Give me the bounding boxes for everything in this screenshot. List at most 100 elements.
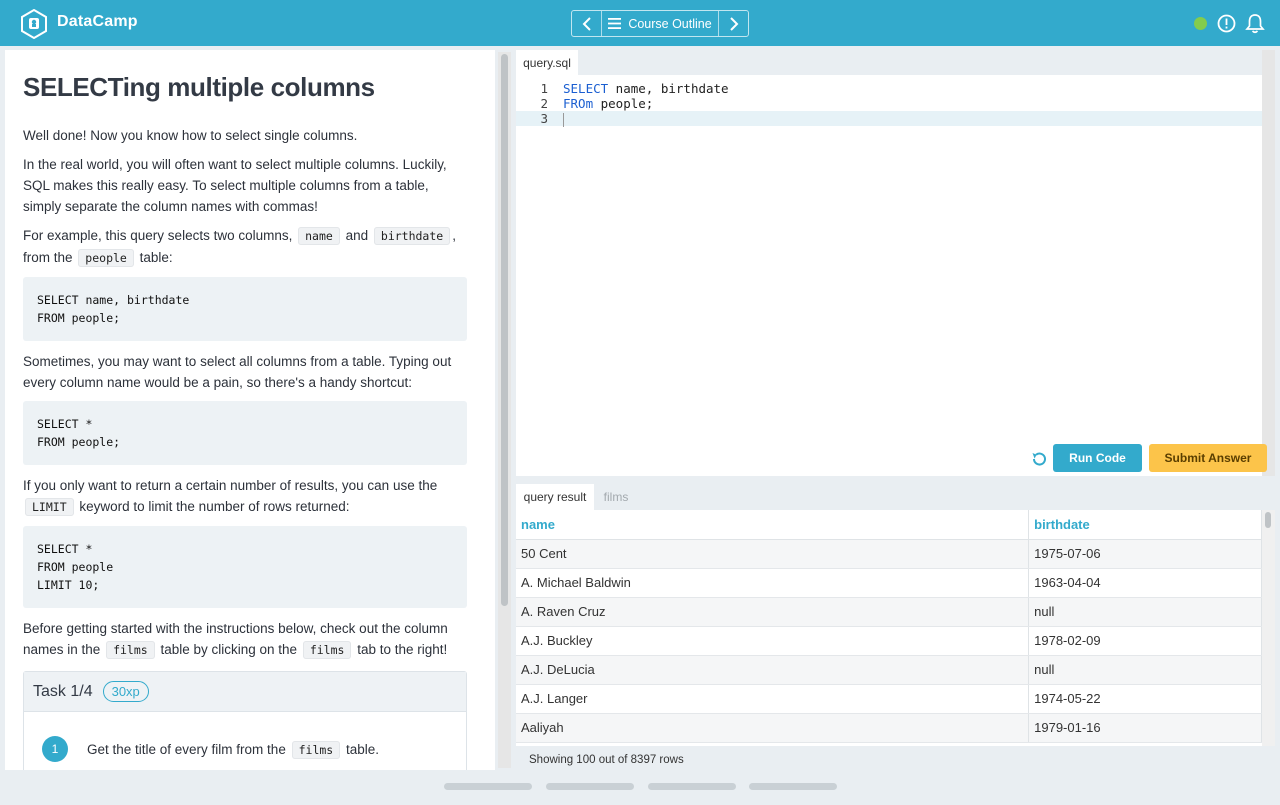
- code-rest: people;: [593, 96, 654, 111]
- paragraph-2: In the real world, you will often want t…: [23, 157, 447, 215]
- table-cell: A. Michael Baldwin: [516, 568, 1030, 598]
- exercise-scrollbar[interactable]: [498, 52, 511, 768]
- scrollbar-thumb[interactable]: [1265, 512, 1271, 528]
- submit-answer-button[interactable]: Submit Answer: [1149, 444, 1267, 472]
- chevron-right-icon: [729, 16, 738, 31]
- table-row: A. Raven Cruz null: [516, 597, 1262, 627]
- exercise-panel: SELECTing multiple columns Well done! No…: [5, 50, 495, 770]
- inline-code: films: [302, 641, 352, 660]
- code-text[interactable]: SELECT name, birthdate: [548, 81, 729, 96]
- table-row: Aaliyah 1979-01-16: [516, 713, 1262, 743]
- tab-films[interactable]: films: [601, 484, 631, 510]
- paragraph-4: Sometimes, you may want to select all co…: [23, 354, 452, 391]
- table-row: A. Michael Baldwin 1963-04-04: [516, 568, 1262, 598]
- run-code-button[interactable]: Run Code: [1053, 444, 1142, 472]
- inline-code: birthdate: [373, 227, 451, 246]
- table-cell: A. Raven Cruz: [516, 597, 1030, 627]
- panel-handle[interactable]: [648, 783, 736, 790]
- code-example-3: SELECT * FROM people LIMIT 10;: [23, 526, 467, 609]
- chevron-left-icon: [582, 16, 591, 31]
- column-header[interactable]: name: [516, 510, 1030, 540]
- row-count: Showing 100 out of 8397 rows: [529, 754, 684, 766]
- editor-tabs: query.sql: [516, 50, 1262, 75]
- result-tabs: query result films: [516, 484, 1262, 510]
- text: For example, this query selects two colu…: [23, 228, 293, 244]
- code-text[interactable]: [548, 111, 564, 127]
- alert-icon[interactable]: [1217, 14, 1236, 33]
- table-cell: null: [1028, 597, 1262, 627]
- table-row: A.J. DeLucia null: [516, 655, 1262, 685]
- line-number: 3: [540, 111, 548, 126]
- text: Get the title of every film from the: [87, 741, 286, 757]
- line-number: 1: [540, 81, 548, 96]
- course-outline-button[interactable]: Course Outline: [602, 11, 718, 36]
- results-scrollbar[interactable]: [1262, 510, 1275, 746]
- editor-scroll-strip: [1262, 50, 1275, 476]
- brand-name[interactable]: DataCamp: [57, 13, 138, 31]
- code-rest: name, birthdate: [608, 81, 729, 96]
- code-text[interactable]: FROm people;: [548, 96, 653, 111]
- table-row: A.J. Langer 1974-05-22: [516, 684, 1262, 714]
- paragraph-5: If you only want to return a certain num…: [23, 475, 467, 518]
- table-cell: 1963-04-04: [1028, 568, 1262, 598]
- inline-code: LIMIT: [25, 498, 74, 517]
- panel-handle[interactable]: [749, 783, 837, 790]
- paragraph-6: Before getting started with the instruct…: [23, 618, 467, 661]
- code-line-active[interactable]: 3: [516, 111, 1262, 127]
- table-cell: 1978-02-09: [1028, 626, 1262, 656]
- table-cell: A.J. DeLucia: [516, 655, 1030, 685]
- table-cell: 1974-05-22: [1028, 684, 1262, 714]
- inline-code: films: [106, 641, 155, 660]
- datacamp-logo-icon[interactable]: [20, 9, 48, 39]
- top-bar: DataCamp Course Outline: [0, 0, 1280, 46]
- table-cell: 1975-07-06: [1028, 539, 1262, 569]
- tab-query-result[interactable]: query result: [516, 484, 594, 510]
- text: table by clicking on the: [160, 642, 298, 658]
- code-example-2: SELECT * FROM people;: [23, 401, 467, 466]
- task-label: Task 1/4: [33, 682, 93, 700]
- course-outline-label: Course Outline: [628, 16, 712, 31]
- table-cell: Aaliyah: [516, 713, 1030, 743]
- text: If you only want to return a certain num…: [23, 478, 438, 494]
- task-box: Task 1/4 30xp 1 Get the title of every f…: [23, 671, 467, 770]
- task-header: Task 1/4 30xp: [24, 672, 466, 713]
- table-cell: 1979-01-16: [1028, 713, 1262, 743]
- step-number: 1: [42, 736, 68, 763]
- code-line[interactable]: 1 SELECT name, birthdate: [516, 81, 1262, 96]
- text-cursor: [563, 112, 564, 127]
- panel-handle[interactable]: [546, 783, 634, 790]
- paragraph-3: For example, this query selects two colu…: [23, 225, 467, 269]
- text: and: [345, 228, 369, 244]
- table-row: A.J. Buckley 1978-02-09: [516, 626, 1262, 656]
- bell-icon[interactable]: [1245, 13, 1265, 34]
- menu-icon: [608, 18, 622, 29]
- table-cell: A.J. Langer: [516, 684, 1030, 714]
- code-editor: query.sql 1 SELECT name, birthdate 2 FRO…: [516, 50, 1262, 476]
- text: table:: [139, 250, 173, 266]
- text: table.: [345, 741, 380, 757]
- tab-query-sql[interactable]: query.sql: [516, 50, 578, 75]
- step-instruction: Get the title of every film from the fil…: [87, 740, 380, 759]
- paragraph-1: Well done! Now you know how to select si…: [23, 128, 358, 144]
- next-exercise-button[interactable]: [718, 11, 748, 36]
- table-cell: null: [1028, 655, 1262, 685]
- results-panel: query result films name birthdate 50 Cen…: [516, 484, 1262, 746]
- column-header[interactable]: birthdate: [1028, 510, 1262, 540]
- inline-code: people: [78, 249, 134, 268]
- scrollbar-thumb[interactable]: [501, 54, 508, 606]
- text: keyword to limit the number of rows retu…: [79, 499, 350, 515]
- code-line[interactable]: 2 FROm people;: [516, 96, 1262, 111]
- table-cell: A.J. Buckley: [516, 626, 1030, 656]
- table-cell: 50 Cent: [516, 539, 1030, 569]
- previous-exercise-button[interactable]: [572, 11, 602, 36]
- panel-handle[interactable]: [444, 783, 532, 790]
- line-number: 2: [540, 96, 548, 111]
- course-outline-nav: Course Outline: [571, 10, 749, 37]
- inline-code: films: [291, 740, 341, 759]
- reset-icon[interactable]: [1030, 450, 1048, 468]
- sql-keyword: FROm: [563, 96, 594, 111]
- xp-badge: 30xp: [102, 681, 149, 703]
- text: tab to the right!: [357, 642, 448, 658]
- code-area[interactable]: 1 SELECT name, birthdate 2 FROm people; …: [516, 81, 1262, 127]
- table-row: 50 Cent 1975-07-06: [516, 539, 1262, 569]
